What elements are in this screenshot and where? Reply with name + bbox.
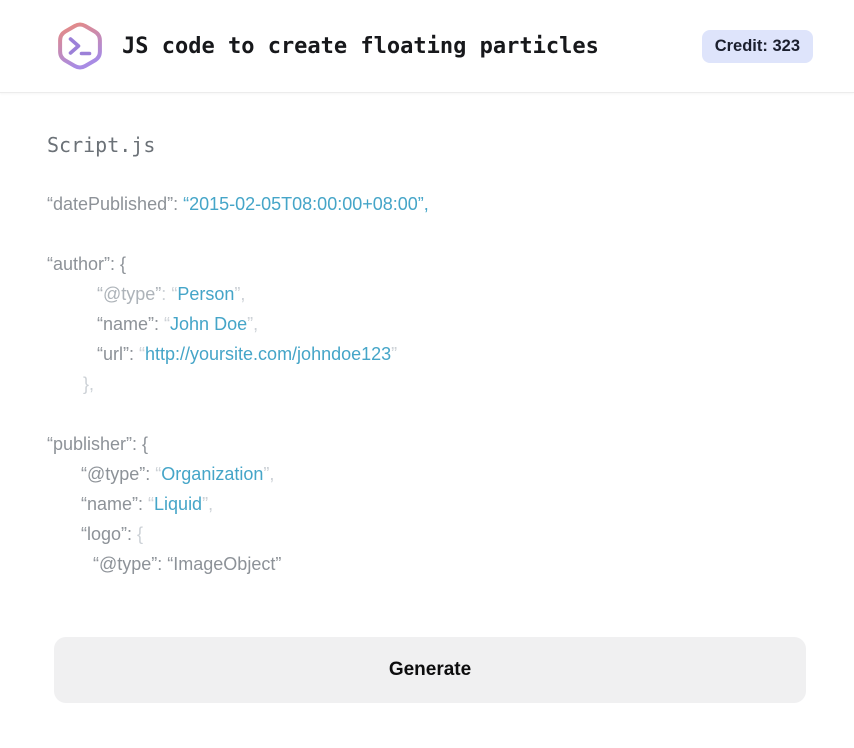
code-line: “publisher”: { [47, 429, 806, 459]
code-token-faded: ” [391, 344, 398, 364]
code-token-value: John Doe [170, 314, 248, 334]
page-title: JS code to create floating particles [122, 33, 599, 59]
code-token-key: “author”: { [47, 254, 127, 274]
code-token-key: “@type”: “ImageObject” [93, 554, 282, 574]
code-token-fadedmid: “@type” [97, 284, 162, 304]
code-token-key: “name”: [97, 314, 165, 334]
code-block: “datePublished”: “2015-02-05T08:00:00+08… [47, 189, 806, 579]
code-token-faded: : [161, 284, 172, 304]
code-token-value: Person [177, 284, 235, 304]
header: JS code to create floating particles Cre… [0, 0, 854, 93]
code-line: }, [47, 369, 806, 399]
code-token-key: “url”: [97, 344, 139, 364]
code-line: “@type”: “ImageObject” [47, 549, 806, 579]
code-token-faded: ”, [202, 494, 214, 514]
code-token-faded: }, [83, 374, 95, 394]
code-token-value: “2015-02-05T08:00:00+08:00”, [183, 194, 429, 214]
code-token-key: “@type”: [81, 464, 156, 484]
content-area: Script.js “datePublished”: “2015-02-05T0… [0, 93, 854, 703]
code-token-faded: { [137, 524, 144, 544]
code-line: “name”: “John Doe”, [47, 309, 806, 339]
code-token-key: “logo”: [81, 524, 138, 544]
generate-button[interactable]: Generate [54, 637, 806, 703]
code-token-faded: ”, [247, 314, 259, 334]
code-token-value: http://yoursite.com/johndoe123 [145, 344, 392, 364]
code-token-key: “name”: [81, 494, 149, 514]
terminal-prompt-hexagon-icon [55, 19, 105, 73]
code-token-faded: ”, [234, 284, 246, 304]
code-token-key: “datePublished”: [47, 194, 184, 214]
code-line: “logo”: { [47, 519, 806, 549]
code-token-value: Organization [161, 464, 264, 484]
credit-badge: Credit: 323 [701, 29, 813, 63]
code-line: “datePublished”: “2015-02-05T08:00:00+08… [47, 189, 806, 219]
code-line: “url”: “http://yoursite.com/johndoe123” [47, 339, 806, 369]
app-window: JS code to create floating particles Cre… [0, 0, 854, 703]
code-line: “author”: { [47, 249, 806, 279]
code-token-faded: ”, [263, 464, 275, 484]
code-token-value: Liquid [154, 494, 203, 514]
filename-label: Script.js [47, 133, 156, 157]
code-line: “name”: “Liquid”, [47, 489, 806, 519]
code-token-key: “publisher”: { [47, 434, 149, 454]
code-line: “@type”: “Organization”, [47, 459, 806, 489]
code-line: “@type”: “Person”, [47, 279, 806, 309]
